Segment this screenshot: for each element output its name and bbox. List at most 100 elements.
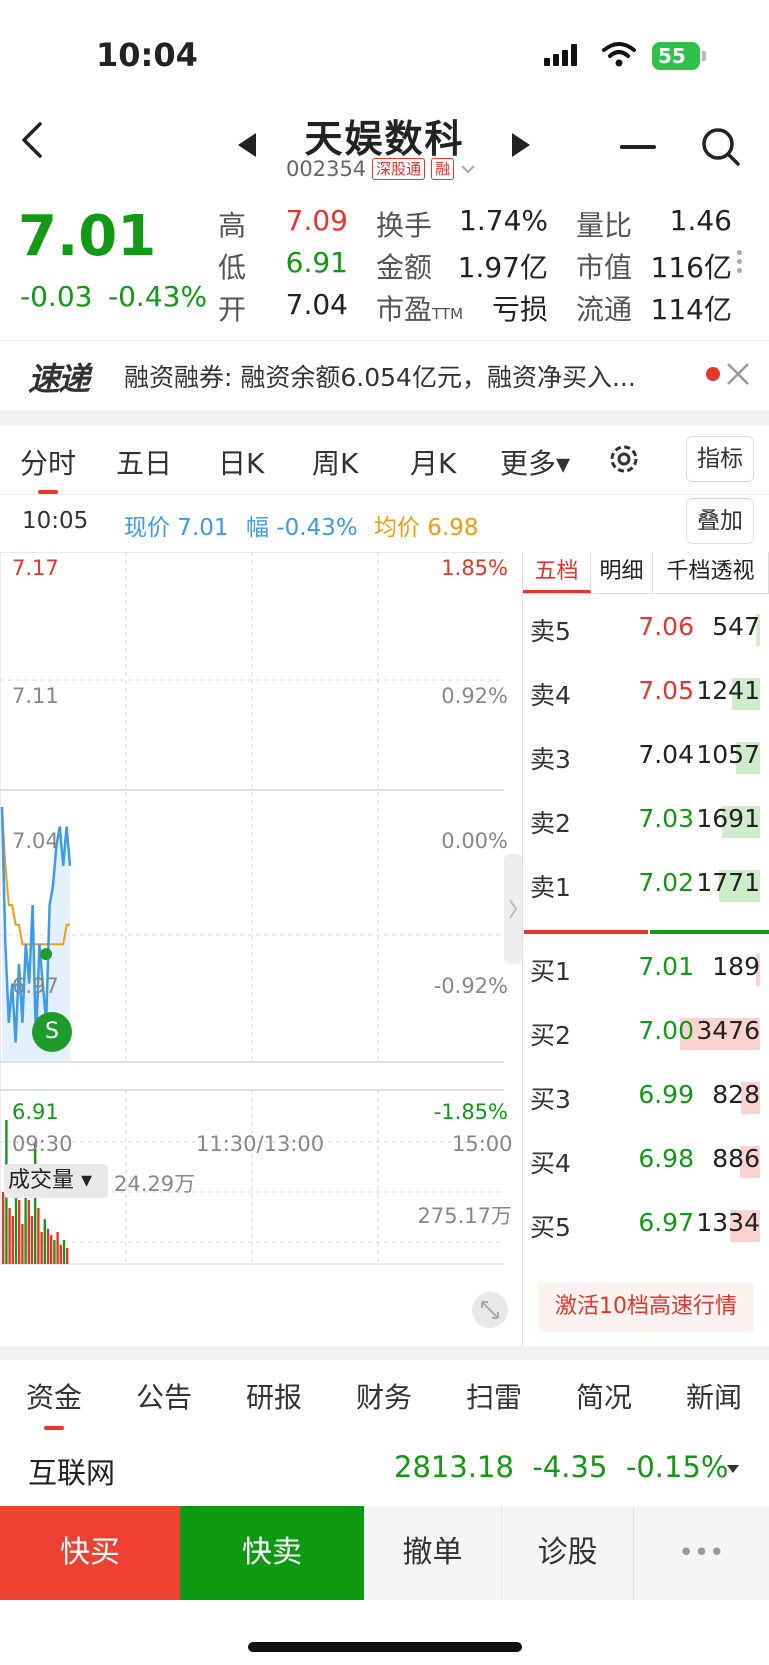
- ask-row[interactable]: 卖5 7.06 547: [526, 604, 766, 654]
- ask-label: 卖3: [530, 745, 571, 774]
- more-horizontal-icon[interactable]: •••: [634, 1506, 769, 1600]
- bid-row[interactable]: 买5 6.97 1334: [526, 1200, 766, 1250]
- search-icon[interactable]: [700, 126, 742, 168]
- tab-details[interactable]: 明细: [591, 552, 653, 593]
- indicator-button[interactable]: 指标: [686, 436, 754, 482]
- hk-connect-tag: 深股通: [372, 158, 426, 180]
- ask-label: 卖4: [530, 681, 571, 710]
- sector-quote[interactable]: 2813.18 -4.35 -0.15%: [394, 1450, 728, 1484]
- tab-weekly-k[interactable]: 周K: [312, 442, 358, 482]
- volume-bar: [50, 1235, 53, 1264]
- ask-price: 7.03: [638, 804, 694, 833]
- cursor-avg-price: 均价 6.98: [374, 515, 479, 541]
- chevron-down-icon: [461, 165, 475, 174]
- diagnose-button[interactable]: 诊股: [502, 1506, 634, 1600]
- stat-label-pe: 市盈TTM: [376, 288, 463, 328]
- orderbook-border: [522, 594, 523, 1346]
- current-price: 7.01: [18, 204, 157, 269]
- tab-risk-scan[interactable]: 扫雷: [466, 1376, 522, 1416]
- ask-price: 7.02: [638, 868, 694, 897]
- gear-icon[interactable]: [606, 441, 642, 477]
- volume-bar: [46, 1228, 50, 1264]
- ask-volume: 1241: [696, 676, 760, 705]
- bid-label: 买3: [530, 1085, 571, 1114]
- ask-label: 卖5: [530, 617, 571, 646]
- tab-more[interactable]: 更多▾: [500, 442, 570, 482]
- tab-funds[interactable]: 资金: [26, 1376, 82, 1416]
- bid-price: 7.01: [638, 952, 694, 981]
- tab-divider: [0, 494, 769, 495]
- battery-tip: [702, 51, 706, 61]
- ask-row[interactable]: 卖4 7.05 1241: [526, 668, 766, 718]
- ask-label: 卖1: [530, 873, 571, 902]
- stat-value-open: 7.04: [285, 288, 348, 321]
- y-tick-left-3: 6.97: [12, 974, 59, 998]
- stat-label-market-cap: 市值: [576, 251, 633, 284]
- tab-depth[interactable]: 千档透视: [653, 552, 769, 593]
- price-change: -0.03: [20, 280, 93, 313]
- volume-max: 275.17万: [417, 1204, 512, 1228]
- tab-announcements[interactable]: 公告: [136, 1376, 192, 1416]
- ask-row[interactable]: 卖2 7.03 1691: [526, 796, 766, 846]
- battery-icon: 55: [652, 42, 700, 70]
- ask-row[interactable]: 卖1 7.02 1771: [526, 860, 766, 910]
- overlay-button[interactable]: 叠加: [686, 498, 754, 544]
- ask-price: 7.04: [638, 740, 694, 769]
- volume-bar: [43, 1219, 46, 1264]
- bid-price: 6.98: [638, 1144, 694, 1173]
- y-tick-right-4: -1.85%: [433, 1100, 508, 1124]
- minimize-icon[interactable]: [620, 145, 656, 149]
- volume-bar: [53, 1240, 56, 1264]
- stock-detail-screen: 10:04 55 天娱数科 002354 深股通 融 7.01 -0.03 -0…: [0, 0, 769, 1665]
- tab-news[interactable]: 新闻: [686, 1376, 742, 1416]
- volume-bar: [2, 1192, 5, 1264]
- stat-value-turnover: 1.74%: [459, 204, 548, 237]
- bid-volume: 828: [712, 1080, 760, 1109]
- y-tick-left-4: 6.91: [12, 1100, 59, 1124]
- quick-sell-button[interactable]: 快卖: [180, 1506, 364, 1600]
- volume-selector[interactable]: 成交量 ▾: [4, 1164, 108, 1198]
- bid-price: 6.99: [638, 1080, 694, 1109]
- ask-volume: 1057: [696, 740, 760, 769]
- tab-five-level[interactable]: 五档: [523, 552, 591, 593]
- tab-research[interactable]: 研报: [246, 1376, 302, 1416]
- stat-value-high: 7.09: [285, 204, 348, 237]
- volume-bar: [30, 1216, 34, 1264]
- tab-profile[interactable]: 简况: [576, 1376, 632, 1416]
- ask-row[interactable]: 卖3 7.04 1057: [526, 732, 766, 782]
- more-vertical-icon[interactable]: [737, 250, 743, 276]
- triangle-right-icon[interactable]: [510, 132, 532, 158]
- y-tick-right-1: 0.92%: [441, 684, 508, 708]
- stock-code: 002354: [286, 157, 367, 181]
- orderbook-divider-ask: [524, 930, 648, 934]
- volume-bar: [37, 1208, 40, 1264]
- bid-row[interactable]: 买1 7.01 189: [526, 944, 766, 994]
- close-icon[interactable]: [726, 362, 750, 386]
- cursor-price: 现价 7.01: [124, 515, 229, 541]
- stock-code-row[interactable]: 002354 深股通 融: [286, 156, 476, 182]
- news-text[interactable]: 融资融券: 融资余额6.054亿元，融资净买入...: [124, 358, 664, 394]
- cancel-order-button[interactable]: 撤单: [364, 1506, 502, 1600]
- volume-bar: [59, 1244, 62, 1264]
- tab-intraday[interactable]: 分时: [20, 442, 76, 482]
- tab-financials[interactable]: 财务: [356, 1376, 412, 1416]
- bid-row[interactable]: 买3 6.99 828: [526, 1072, 766, 1122]
- tab-monthly-k[interactable]: 月K: [410, 442, 456, 482]
- bid-price: 6.97: [638, 1208, 694, 1237]
- quick-buy-button[interactable]: 快买: [0, 1506, 180, 1600]
- bid-row[interactable]: 买4 6.98 886: [526, 1136, 766, 1186]
- tab-five-day[interactable]: 五日: [116, 442, 172, 482]
- activate-level10-button[interactable]: 激活10档高速行情: [538, 1282, 754, 1332]
- stat-value-low: 6.91: [285, 246, 348, 279]
- sell-marker: [40, 948, 52, 961]
- sell-signal-marker[interactable]: S: [32, 1012, 72, 1052]
- tab-daily-k[interactable]: 日K: [218, 442, 264, 482]
- volume-bar: [8, 1208, 11, 1264]
- ask-volume: 547: [712, 612, 760, 641]
- sector-name[interactable]: 互联网: [28, 1450, 115, 1492]
- x-tick-1: 11:30/13:00: [196, 1132, 325, 1156]
- bid-row[interactable]: 买2 7.00 3476: [526, 1008, 766, 1058]
- bottom-tab-indicator: [44, 1426, 64, 1430]
- caret-down-icon[interactable]: [726, 1464, 740, 1474]
- y-tick-right-2: 0.00%: [441, 829, 508, 853]
